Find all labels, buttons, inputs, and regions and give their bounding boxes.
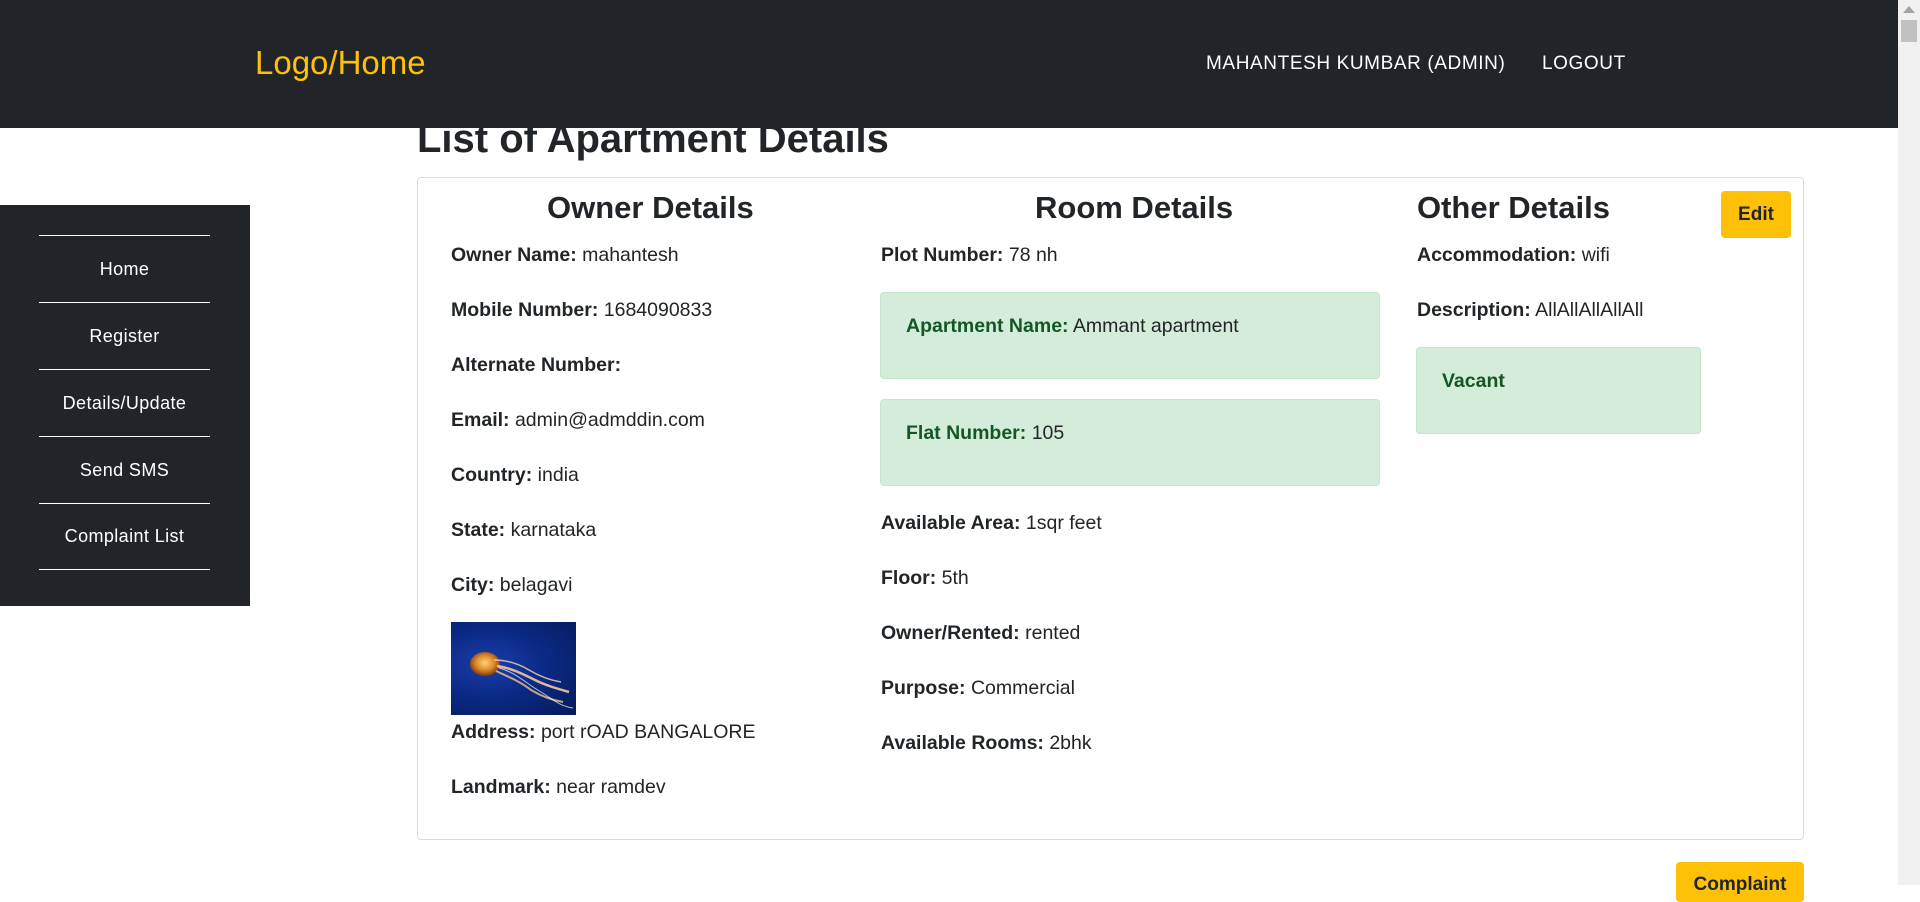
vacancy-status-alert: Vacant [1416, 347, 1701, 434]
address-field: Address: port rOAD BANGALORE [451, 721, 756, 743]
country-field: Country: india [451, 464, 579, 486]
landmark-field: Landmark: near ramdev [451, 776, 666, 798]
available-rooms-field: Available Rooms: 2bhk [881, 732, 1092, 754]
owner-details-heading: Owner Details [547, 190, 754, 225]
page-title: List of Apartment Details [417, 117, 889, 161]
sidebar-item-home[interactable]: Home [39, 235, 210, 302]
state-field: State: karnataka [451, 519, 597, 541]
sidebar: Home Register Details/Update Send SMS Co… [0, 205, 250, 606]
complaint-button[interactable]: Complaint [1676, 862, 1804, 902]
logout-link[interactable]: LOGOUT [1542, 53, 1626, 75]
description-field: Description: AllAllAllAllAll [1417, 299, 1644, 321]
page-scrollbar[interactable] [1898, 0, 1920, 885]
flat-number-alert: Flat Number: 105 [880, 399, 1380, 486]
apartment-details-card: Owner Details Owner Name: mahantesh Mobi… [417, 177, 1804, 840]
sidebar-item-send-sms[interactable]: Send SMS [39, 436, 210, 503]
plot-number-field: Plot Number: 78 nh [881, 244, 1058, 266]
sidebar-menu: Home Register Details/Update Send SMS Co… [39, 235, 210, 570]
accommodation-field: Accommodation: wifi [1417, 244, 1610, 266]
user-name-link[interactable]: MAHANTESH KUMBAR (ADMIN) [1206, 53, 1505, 75]
apartment-name-alert: Apartment Name: Ammant apartment [880, 292, 1380, 379]
sidebar-item-complaint-list[interactable]: Complaint List [39, 503, 210, 570]
other-details-heading: Other Details [1417, 190, 1610, 225]
email-field: Email: admin@admddin.com [451, 409, 705, 431]
scroll-up-arrow-icon[interactable] [1903, 6, 1915, 13]
room-details-heading: Room Details [1035, 190, 1234, 225]
mobile-number-field: Mobile Number: 1684090833 [451, 299, 713, 321]
brand-logo-link[interactable]: Logo/Home [255, 44, 426, 82]
alternate-number-field: Alternate Number: [451, 354, 622, 376]
floor-field: Floor: 5th [881, 567, 969, 589]
apartment-photo [451, 622, 576, 715]
owner-rented-field: Owner/Rented: rented [881, 622, 1081, 644]
city-field: City: belagavi [451, 574, 573, 596]
sidebar-item-details-update[interactable]: Details/Update [39, 369, 210, 436]
sidebar-item-register[interactable]: Register [39, 302, 210, 369]
purpose-field: Purpose: Commercial [881, 677, 1075, 699]
jellyfish-image-icon [470, 652, 574, 709]
edit-button[interactable]: Edit [1721, 191, 1791, 238]
owner-name-field: Owner Name: mahantesh [451, 244, 679, 266]
scroll-thumb[interactable] [1901, 20, 1917, 42]
top-navbar: Logo/Home MAHANTESH KUMBAR (ADMIN) LOGOU… [0, 0, 1898, 128]
available-area-field: Available Area: 1sqr feet [881, 512, 1102, 534]
